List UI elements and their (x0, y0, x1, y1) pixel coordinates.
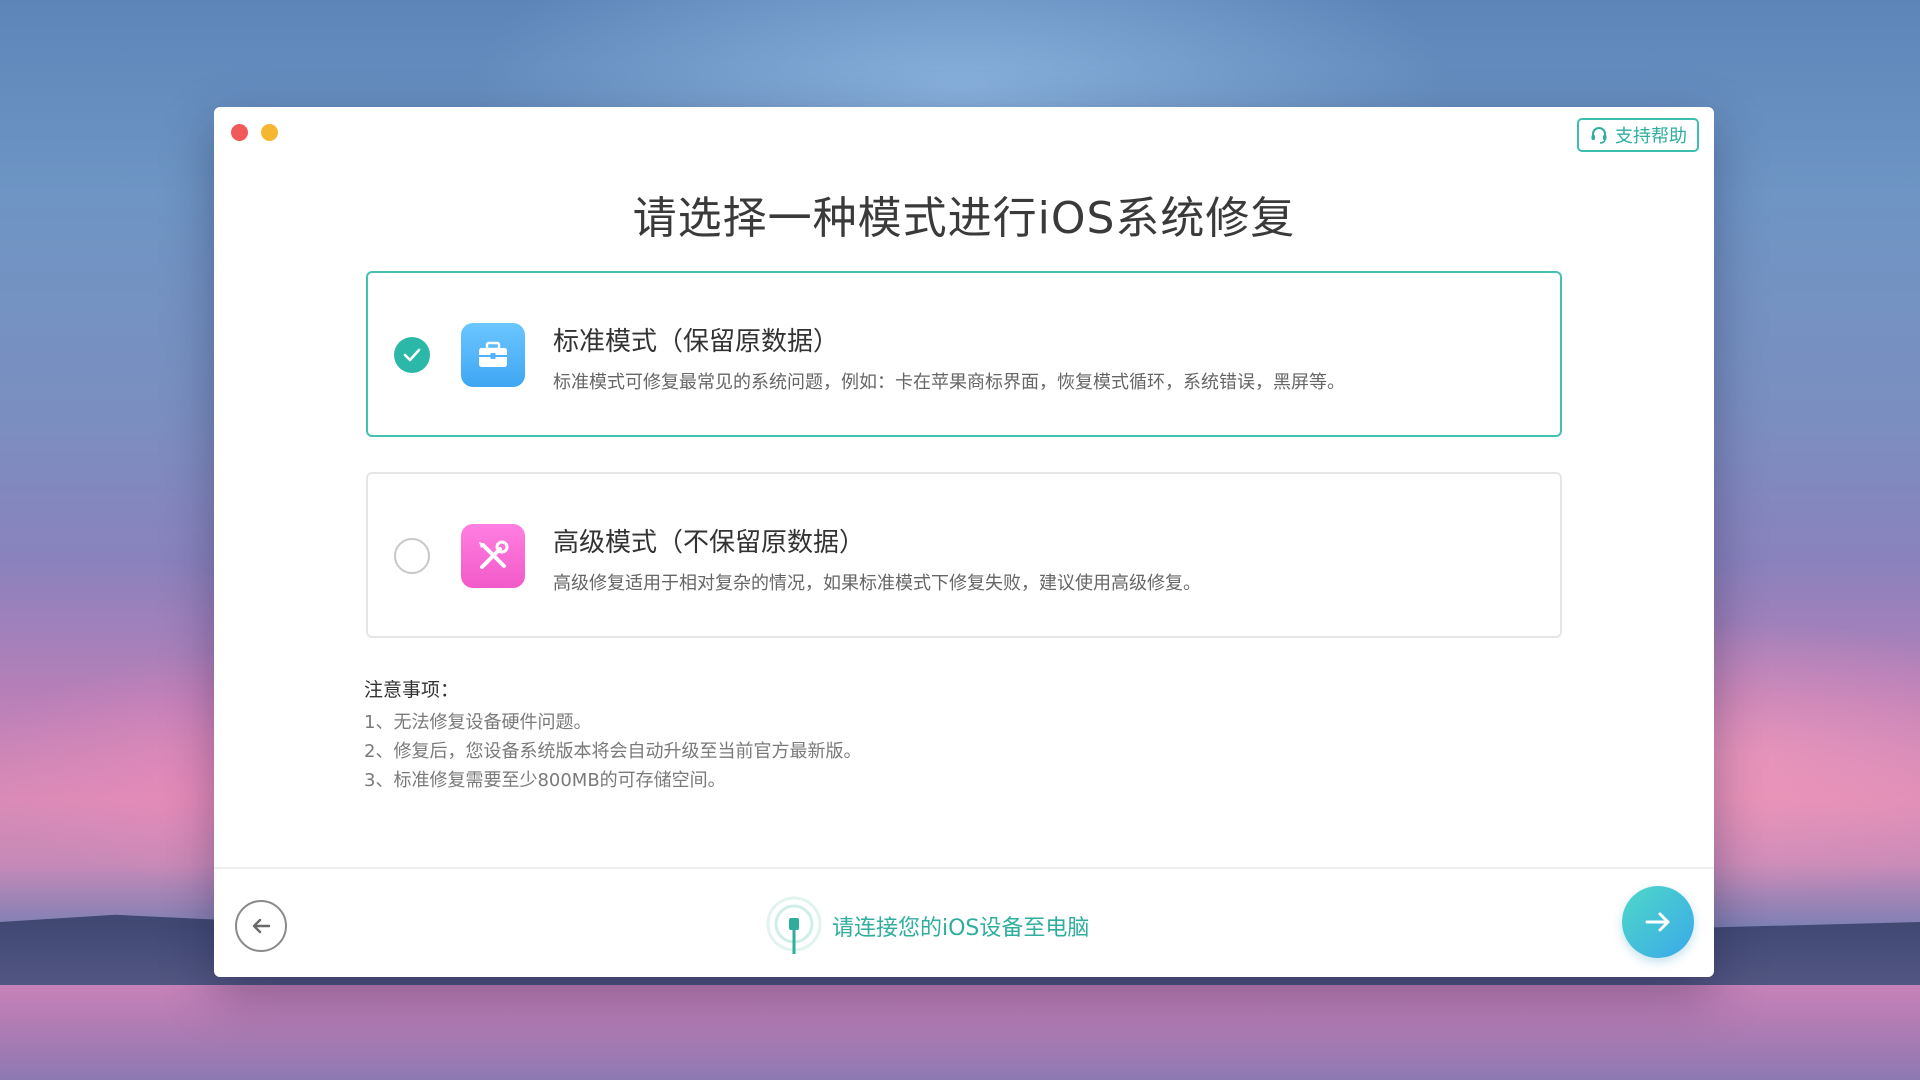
arrow-left-icon (252, 918, 271, 934)
notes-section: 注意事项： 1、无法修复设备硬件问题。 2、修复后，您设备系统版本将会自动升级至… (364, 675, 861, 795)
desktop-background: 支持帮助 请选择一种模式进行iOS系统修复 标准模式（保留原数据） 标准模式可修… (0, 0, 1920, 1080)
next-button[interactable] (1622, 886, 1694, 958)
headset-icon (1591, 127, 1607, 144)
advanced-mode-description: 高级修复适用于相对复杂的情况，如果标准模式下修复失败，建议使用高级修复。 (553, 573, 1201, 594)
advanced-mode-title: 高级模式（不保留原数据） (553, 528, 866, 558)
close-window-button[interactable] (231, 124, 248, 141)
notes-item: 3、标准修复需要至少800MB的可存储空间。 (364, 770, 726, 791)
support-help-label: 支持帮助 (1615, 126, 1687, 147)
tools-icon (461, 524, 525, 588)
standard-mode-radio[interactable] (394, 337, 430, 373)
support-help-button[interactable]: 支持帮助 (1577, 118, 1699, 152)
toolbox-icon (461, 323, 525, 387)
minimize-window-button[interactable] (261, 124, 278, 141)
advanced-mode-radio[interactable] (394, 538, 430, 574)
check-icon (403, 348, 421, 362)
arrow-right-icon (1645, 912, 1670, 932)
notes-item: 1、无法修复设备硬件问题。 (364, 712, 592, 733)
back-button[interactable] (235, 900, 287, 952)
standard-mode-option[interactable]: 标准模式（保留原数据） 标准模式可修复最常见的系统问题，例如：卡在苹果商标界面，… (366, 271, 1562, 437)
standard-mode-title: 标准模式（保留原数据） (553, 327, 840, 357)
notes-title: 注意事项： (364, 679, 460, 701)
cable-connector-icon (766, 896, 822, 954)
app-window: 支持帮助 请选择一种模式进行iOS系统修复 标准模式（保留原数据） 标准模式可修… (214, 107, 1714, 977)
connect-device-status: 请连接您的iOS设备至电脑 (764, 894, 1089, 958)
footer-divider (214, 867, 1714, 869)
connect-device-text: 请连接您的iOS设备至电脑 (832, 916, 1090, 941)
page-title: 请选择一种模式进行iOS系统修复 (632, 193, 1296, 244)
standard-mode-description: 标准模式可修复最常见的系统问题，例如：卡在苹果商标界面，恢复模式循环，系统错误，… (553, 372, 1345, 393)
notes-item: 2、修复后，您设备系统版本将会自动升级至当前官方最新版。 (364, 741, 862, 762)
background-sea (0, 985, 1920, 1080)
advanced-mode-option[interactable]: 高级模式（不保留原数据） 高级修复适用于相对复杂的情况，如果标准模式下修复失败，… (366, 472, 1562, 638)
